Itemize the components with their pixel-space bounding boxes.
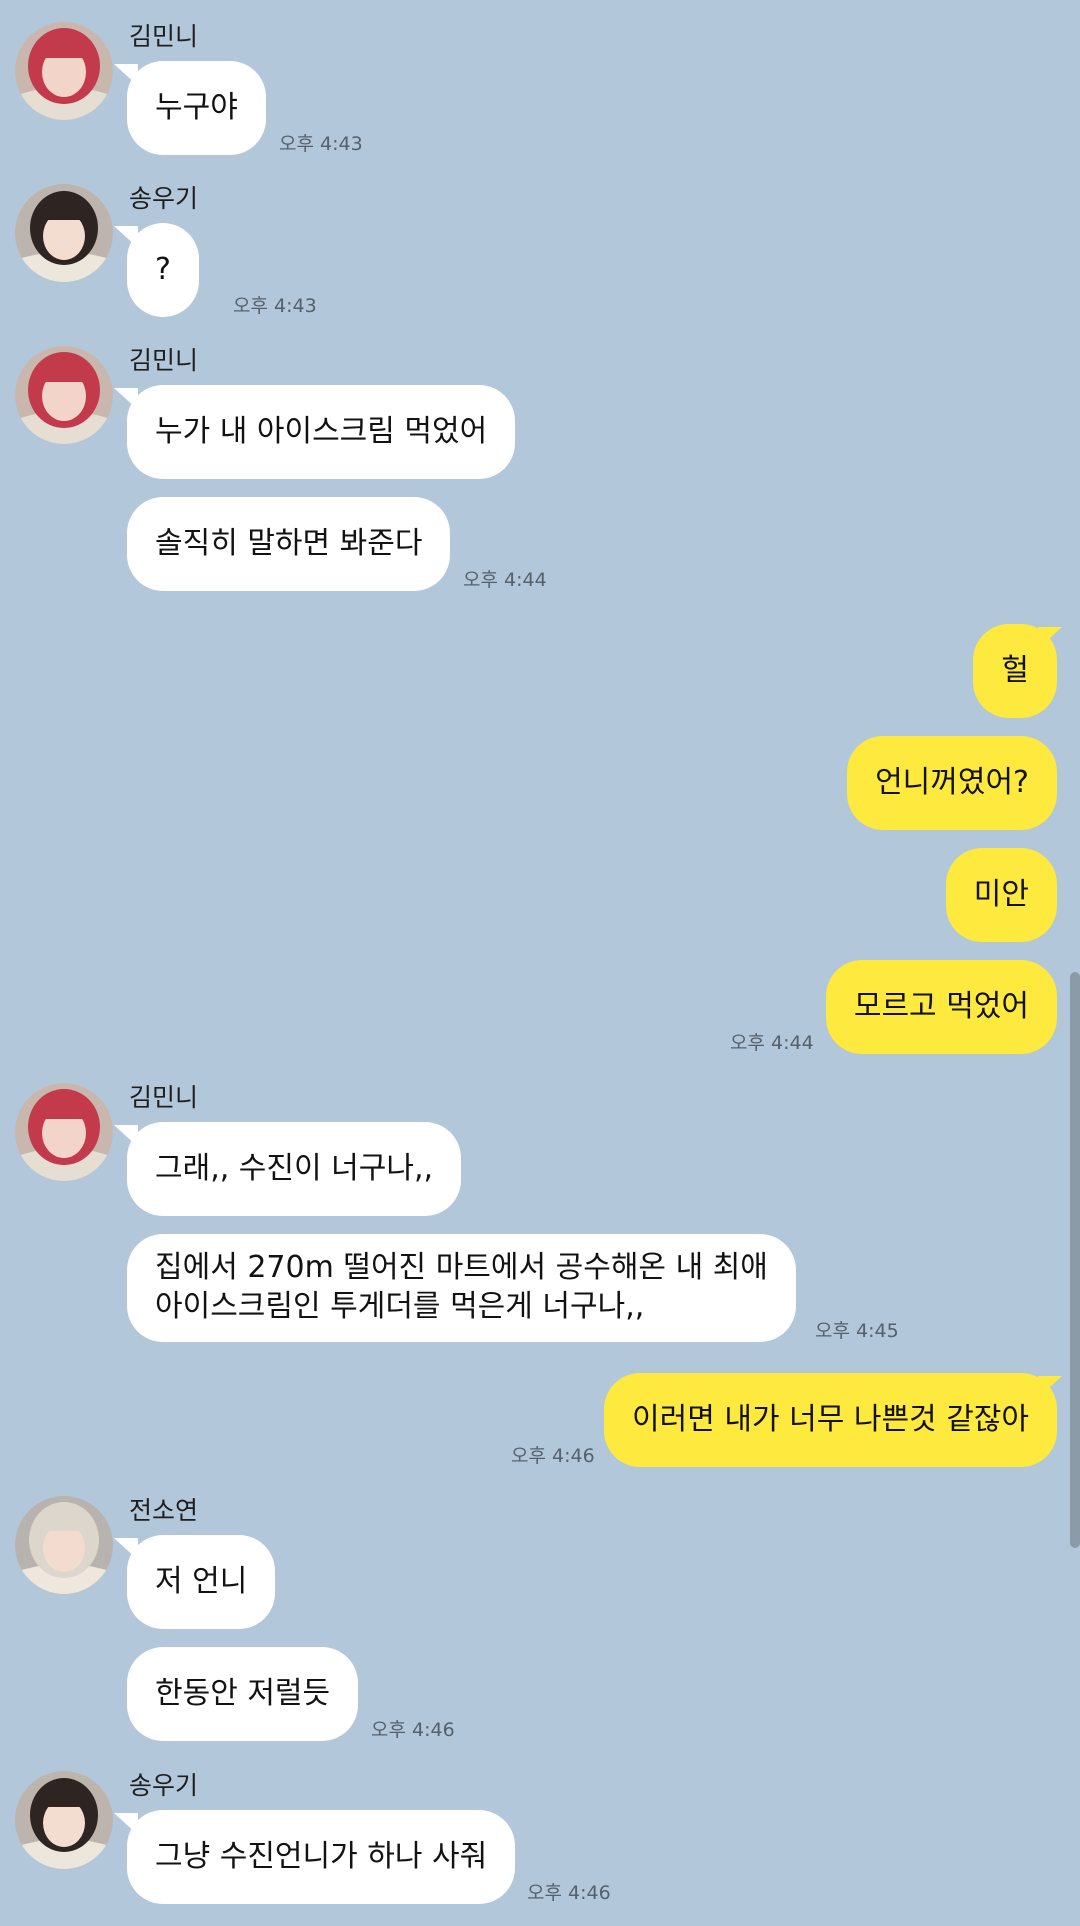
avatar-jeon-soyeon[interactable] bbox=[15, 1496, 113, 1594]
message-timestamp: 오후 4:46 bbox=[371, 1719, 455, 1741]
message-timestamp: 오후 4:46 bbox=[527, 1882, 611, 1904]
message-timestamp: 오후 4:44 bbox=[463, 569, 547, 591]
message-bubble[interactable]: 누가 내 아이스크림 먹었어 bbox=[127, 385, 516, 479]
message-bubble-outgoing[interactable]: 모르고 먹었어 bbox=[825, 960, 1057, 1054]
message-line: 아이스크림인 투게더를 먹은게 너구나,, bbox=[155, 1289, 645, 1324]
message-timestamp: 오후 4:43 bbox=[233, 295, 317, 317]
avatar-song-woogi[interactable] bbox=[15, 184, 113, 282]
message-bubble[interactable]: ? bbox=[127, 223, 199, 317]
message-bubble[interactable]: 솔직히 말하면 봐준다 bbox=[127, 497, 451, 591]
message-line: 집에서 270m 떨어진 마트에서 공수해온 내 최애 bbox=[155, 1250, 768, 1285]
sender-name: 송우기 bbox=[129, 184, 199, 213]
avatar-icon bbox=[15, 1496, 113, 1594]
avatar-kim-minni[interactable] bbox=[15, 22, 113, 120]
message-bubble-multiline[interactable]: 집에서 270m 떨어진 마트에서 공수해온 내 최애 아이스크림인 투게더를 … bbox=[127, 1234, 796, 1342]
message-timestamp: 오후 4:44 bbox=[730, 1032, 814, 1054]
message-bubble[interactable]: 저 언니 bbox=[127, 1535, 276, 1629]
message-bubble[interactable]: 그냥 수진언니가 하나 사줘 bbox=[127, 1810, 516, 1904]
avatar-icon bbox=[15, 22, 113, 120]
avatar-icon bbox=[15, 1083, 113, 1181]
message-bubble-outgoing[interactable]: 미안 bbox=[945, 848, 1057, 942]
sender-name: 김민니 bbox=[129, 22, 199, 51]
avatar-kim-minni[interactable] bbox=[15, 1083, 113, 1181]
scrollbar[interactable] bbox=[1070, 972, 1080, 1548]
sender-name: 김민니 bbox=[129, 1083, 199, 1112]
avatar-icon bbox=[15, 184, 113, 282]
avatar-icon bbox=[15, 1771, 113, 1869]
avatar-icon bbox=[15, 346, 113, 444]
message-bubble-outgoing[interactable]: 언니꺼였어? bbox=[847, 736, 1057, 830]
avatar-song-woogi[interactable] bbox=[15, 1771, 113, 1869]
message-timestamp: 오후 4:45 bbox=[815, 1320, 899, 1342]
message-bubble[interactable]: 그래,, 수진이 너구나,, bbox=[127, 1122, 462, 1216]
message-bubble-outgoing[interactable]: 헐 bbox=[973, 624, 1057, 718]
message-timestamp: 오후 4:46 bbox=[511, 1445, 595, 1467]
sender-name: 김민니 bbox=[129, 346, 199, 375]
message-bubble[interactable]: 누구야 bbox=[127, 61, 266, 155]
sender-name: 송우기 bbox=[129, 1771, 199, 1800]
sender-name: 전소연 bbox=[129, 1496, 199, 1525]
message-timestamp: 오후 4:43 bbox=[279, 133, 363, 155]
avatar-kim-minni[interactable] bbox=[15, 346, 113, 444]
message-bubble[interactable]: 한동안 저럴듯 bbox=[127, 1647, 359, 1741]
message-bubble-outgoing[interactable]: 이러면 내가 너무 나쁜것 같잖아 bbox=[604, 1373, 1057, 1467]
